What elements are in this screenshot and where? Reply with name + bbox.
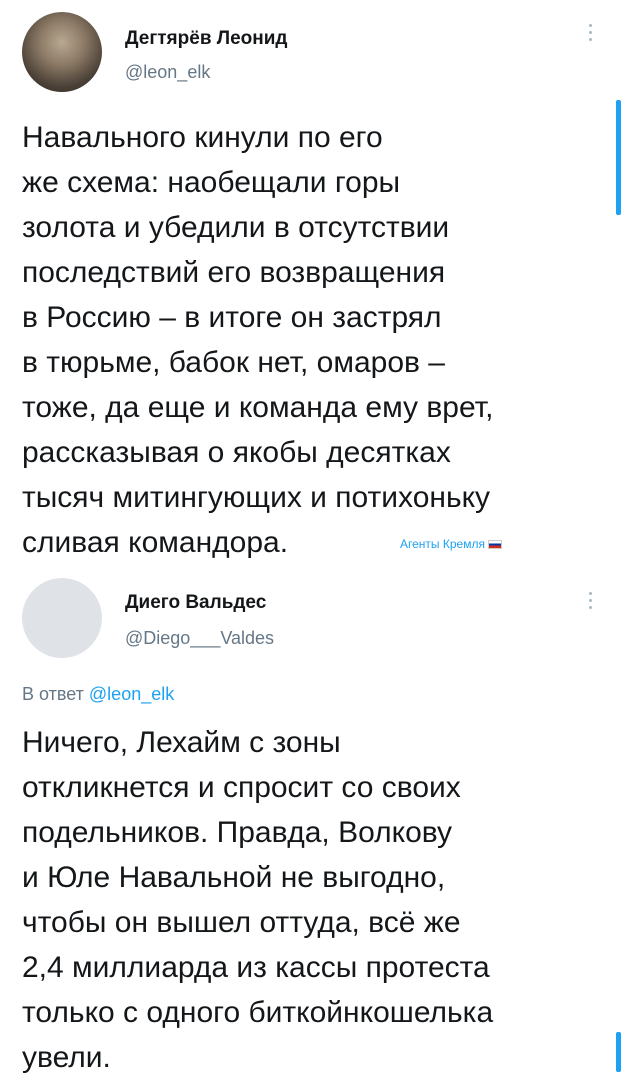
author-name[interactable]: Диего Вальдес — [125, 592, 266, 614]
author-handle[interactable]: @leon_elk — [125, 62, 210, 83]
reply-context: В ответ @leon_elk — [22, 684, 174, 705]
text-line: тоже, да еще и команда ему врет, — [22, 391, 494, 424]
text-line: и Юле Навальной не выгодно, — [22, 861, 446, 894]
tweet-1: Дегтярёв Леонид @leon_elk Навального кин… — [0, 0, 621, 570]
text-line: рассказывая о якобы десятках — [22, 436, 451, 469]
text-line: чтобы он вышел оттуда, всё же — [22, 906, 461, 939]
avatar[interactable] — [22, 578, 102, 658]
scrollbar[interactable] — [616, 1032, 621, 1072]
author-handle[interactable]: @Diego___Valdes — [125, 628, 274, 649]
reply-prefix: В ответ — [22, 684, 84, 704]
author-name[interactable]: Дегтярёв Леонид — [125, 28, 288, 50]
text-line: Навального кинули по его — [22, 121, 383, 154]
text-line: золота и убедили в отсутствии — [22, 211, 450, 244]
text-line: 2,4 миллиарда из кассы протеста — [22, 951, 490, 984]
tweet-text: Ничего, Лехайм с зоны откликнется и спро… — [22, 720, 493, 1080]
text-line: увели. — [22, 1041, 111, 1074]
text-line: в тюрьме, бабок нет, омаров – — [22, 346, 445, 379]
reply-handle-link[interactable]: @leon_elk — [89, 684, 174, 704]
text-line: тысяч митингующих и потихоньку — [22, 481, 491, 514]
text-line: подельников. Правда, Волкову — [22, 816, 453, 849]
avatar[interactable] — [22, 12, 102, 92]
text-line: в Россию – в итоге он застрял — [22, 301, 442, 334]
tweet-2: Диего Вальдес @Diego___Valdes В ответ @l… — [0, 570, 621, 1080]
text-line: же схема: наобещали горы — [22, 166, 401, 199]
text-line: только с одного биткойнкошелька — [22, 996, 494, 1029]
tweet-text: Навального кинули по его же схема: наобе… — [22, 115, 493, 565]
scrollbar[interactable] — [616, 100, 621, 215]
watermark-text: Агенты Кремля — [400, 537, 485, 551]
watermark: Агенты Кремля — [400, 537, 502, 551]
more-options-icon[interactable] — [589, 24, 593, 45]
more-options-icon[interactable] — [589, 592, 593, 613]
text-line: Ничего, Лехайм с зоны — [22, 726, 341, 759]
text-line: последствий его возвращения — [22, 256, 446, 289]
text-line: откликнется и спросит со своих — [22, 771, 461, 804]
russia-flag-icon — [487, 540, 502, 550]
